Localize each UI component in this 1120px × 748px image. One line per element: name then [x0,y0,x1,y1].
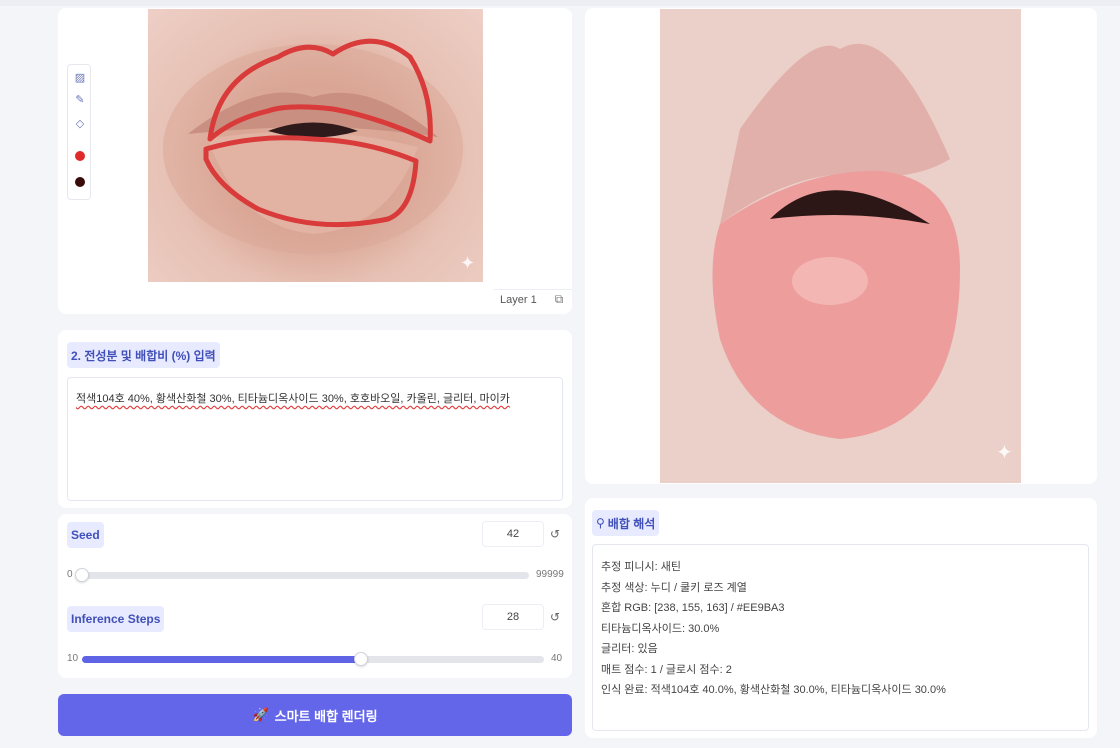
sparkle-icon: ✦ [460,253,475,274]
steps-min: 10 [67,653,79,664]
seed-min: 0 [67,569,73,580]
magnifier-icon: ⚲ [596,516,605,530]
brush-icon[interactable]: ✎ [73,93,87,107]
seed-reset-icon[interactable]: ↺ [550,527,560,541]
analysis-line: 혼합 RGB: [238, 155, 163] / #EE9BA3 [601,602,785,614]
palette-icon[interactable] [75,151,85,161]
analysis-line: 티타늄디옥사이드: 30.0% [601,622,720,635]
ingredients-label: 2. 전성분 및 배합비 (%) 입력 [67,342,220,368]
analysis-panel: ⚲ 배합 해석 추정 피니시: 새틴 추정 색상: 누디 / 쿨키 로즈 계열 … [585,498,1097,738]
render-button-label: 스마트 배합 렌더링 [274,708,378,724]
seed-slider-thumb[interactable] [75,568,89,582]
color-dot[interactable] [75,177,85,187]
analysis-title: 배합 해석 [607,516,656,531]
steps-number-input[interactable]: 28 [482,604,544,630]
lips-photo: ✦ [163,38,475,274]
top-border [0,0,1120,6]
rocket-icon: 🚀 [252,707,269,722]
ingredients-textarea[interactable]: 적색104호 40%, 황색산화철 30%, 티타늄디옥사이드 30%, 호호바… [67,377,563,501]
sliders-panel: Seed 42 ↺ 0 99999 Inference Steps 28 ↺ 1… [58,514,572,678]
analysis-line: 글리터: 있음 [601,643,658,655]
seed-slider-track[interactable] [80,572,529,579]
result-image-panel: ✦ [585,8,1097,484]
image-editor[interactable]: ✦ ▨ ✎ ◇ Layer 1 ⧉ [58,8,572,314]
analysis-line: 매트 점수: 1 / 글로시 점수: 2 [601,663,732,676]
analysis-label: ⚲ 배합 해석 [592,510,660,536]
seed-max: 99999 [536,569,564,580]
steps-slider-thumb[interactable] [354,652,369,666]
image-icon[interactable]: ▨ [73,71,87,85]
steps-label: Inference Steps [67,606,165,632]
eraser-icon[interactable]: ◇ [73,117,87,131]
analysis-line: 추정 색상: 누디 / 쿨키 로즈 계열 [601,581,747,594]
layer-label: Layer 1 [500,293,537,306]
analysis-line: 추정 피니시: 새틴 [601,561,682,573]
seed-label: Seed [67,522,104,548]
editor-toolbox: ▨ ✎ ◇ [67,64,91,200]
layer-select[interactable]: Layer 1 ⧉ [494,289,572,309]
layers-icon[interactable]: ⧉ [555,292,564,307]
input-lips-image[interactable]: ✦ [148,9,483,282]
ingredients-panel: 2. 전성분 및 배합비 (%) 입력 적색104호 40%, 황색산화철 30… [58,330,572,508]
seed-number-input[interactable]: 42 [482,521,544,547]
result-lips-image: ✦ [660,9,1021,483]
rendered-lips: ✦ [660,9,1021,483]
steps-reset-icon[interactable]: ↺ [550,610,560,624]
steps-slider-fill [82,656,360,663]
analysis-output: 추정 피니시: 새틴 추정 색상: 누디 / 쿨키 로즈 계열 혼합 RGB: … [592,544,1089,731]
steps-max: 40 [551,653,563,664]
sparkle-icon-result: ✦ [996,440,1013,464]
analysis-line: 인식 완료: 적색104호 40.0%, 황색산화철 30.0%, 티타늄디옥사… [601,684,946,696]
render-button[interactable]: 🚀 스마트 배합 렌더링 [58,694,572,736]
